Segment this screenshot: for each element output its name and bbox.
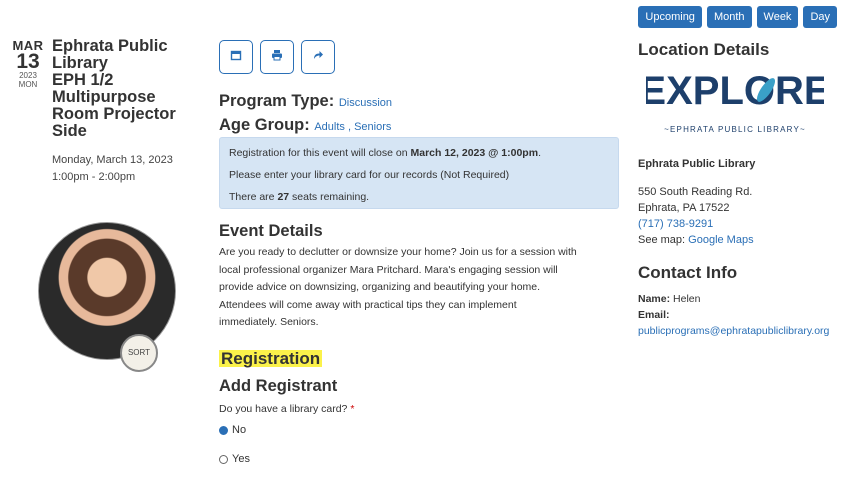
library-address: 550 South Reading Rd. Ephrata, PA 17522 … (638, 184, 754, 248)
upcoming-button[interactable]: Upcoming (638, 6, 702, 28)
event-date: MAR 13 2023 MON (8, 38, 48, 89)
notice-seats: There are 27 seats remaining. (229, 191, 370, 203)
map-row: See map: Google Maps (638, 234, 754, 246)
age-group-adults-link[interactable]: Adults (314, 121, 345, 133)
day-button[interactable]: Day (803, 6, 837, 28)
contact-email-link[interactable]: publicprograms@ephratapubliclibrary.org (638, 323, 829, 339)
calendar-icon (230, 48, 242, 66)
event-time-text: 1:00pm - 2:00pm (52, 171, 136, 183)
library-card-no-option[interactable]: No (219, 424, 246, 436)
description-line: Attendees will come away with practical … (219, 298, 517, 311)
view-switcher: Upcoming Month Week Day (638, 6, 837, 28)
program-type-link[interactable]: Discussion (339, 97, 392, 109)
radio-no[interactable] (219, 425, 228, 435)
month-button[interactable]: Month (706, 6, 752, 28)
radio-no-label: No (232, 424, 247, 436)
sort-badge-logo: SORT (120, 334, 158, 372)
contact-name-row: Name: Helen (638, 293, 701, 305)
print-button[interactable] (260, 40, 294, 74)
date-weekday: MON (18, 80, 38, 89)
event-when: Monday, March 13, 2023 1:00pm - 2:00pm (52, 152, 173, 186)
radio-yes-label: Yes (232, 453, 250, 465)
location-details-heading: Location Details (638, 40, 770, 59)
add-to-calendar-button[interactable] (219, 40, 253, 74)
title-line: Multipurpose (52, 88, 156, 106)
description-line: immediately. Seniors. (219, 316, 319, 328)
contact-email-label: Email: (638, 309, 670, 321)
address-line-1: 550 South Reading Rd. (638, 186, 753, 198)
phone-link[interactable]: (717) 738-9291 (638, 216, 754, 232)
description-line: local professional organizer Mara Pritch… (219, 263, 558, 276)
library-card-yes-option[interactable]: Yes (219, 453, 250, 465)
title-line: EPH 1/2 (52, 71, 114, 89)
event-title: Ephrata Public Library EPH 1/2 Multipurp… (52, 38, 197, 140)
explore-logo: EXPLORE ~EPHRATA PUBLIC LIBRARY~ (639, 62, 830, 136)
date-year: 2023 (19, 71, 37, 80)
svg-text:~EPHRATA PUBLIC LIBRARY~: ~EPHRATA PUBLIC LIBRARY~ (664, 125, 806, 134)
week-button[interactable]: Week (756, 6, 799, 28)
google-maps-link[interactable]: Google Maps (688, 234, 753, 246)
share-button[interactable] (301, 40, 335, 74)
address-line-2: Ephrata, PA 17522 (638, 202, 730, 214)
title-line: Side (52, 122, 87, 140)
presenter-photo (38, 222, 176, 360)
date-day: 13 (16, 50, 40, 73)
required-mark: * (350, 403, 355, 415)
library-name: Ephrata Public Library (638, 158, 756, 170)
registration-heading: Registration (219, 349, 323, 368)
share-icon (312, 48, 324, 66)
title-line: Library (52, 54, 108, 72)
age-group-label: Age Group: (219, 116, 310, 134)
age-group: Age Group: Adults , Seniors (219, 116, 392, 134)
add-registrant-heading: Add Registrant (219, 377, 338, 395)
notice-library-card: Please enter your library card for our r… (229, 169, 510, 181)
contact-info-heading: Contact Info (638, 263, 738, 282)
svg-text:EXPLORE: EXPLORE (646, 69, 824, 113)
notice-close-date: Registration for this event will close o… (229, 147, 541, 159)
description-line: Are you ready to declutter or downsize y… (219, 246, 577, 258)
registration-notice: Registration for this event will close o… (219, 137, 619, 209)
age-group-seniors-link[interactable]: Seniors (354, 121, 391, 133)
event-details-heading: Event Details (219, 222, 323, 240)
print-icon (271, 48, 283, 66)
event-date-text: Monday, March 13, 2023 (52, 154, 173, 166)
title-line: Room Projector (52, 105, 176, 123)
event-description: Are you ready to declutter or downsize y… (219, 244, 619, 332)
radio-yes[interactable] (219, 454, 228, 464)
program-type-label: Program Type: (219, 92, 335, 110)
contact-info: Name: Helen Email: publicprograms@ephrat… (638, 291, 829, 339)
event-toolbar (219, 40, 335, 74)
library-card-question: Do you have a library card? * (219, 403, 355, 415)
description-line: provide advice on downsizing, organizing… (219, 281, 541, 293)
title-line: Ephrata Public (52, 37, 168, 55)
program-type: Program Type: Discussion (219, 92, 392, 111)
